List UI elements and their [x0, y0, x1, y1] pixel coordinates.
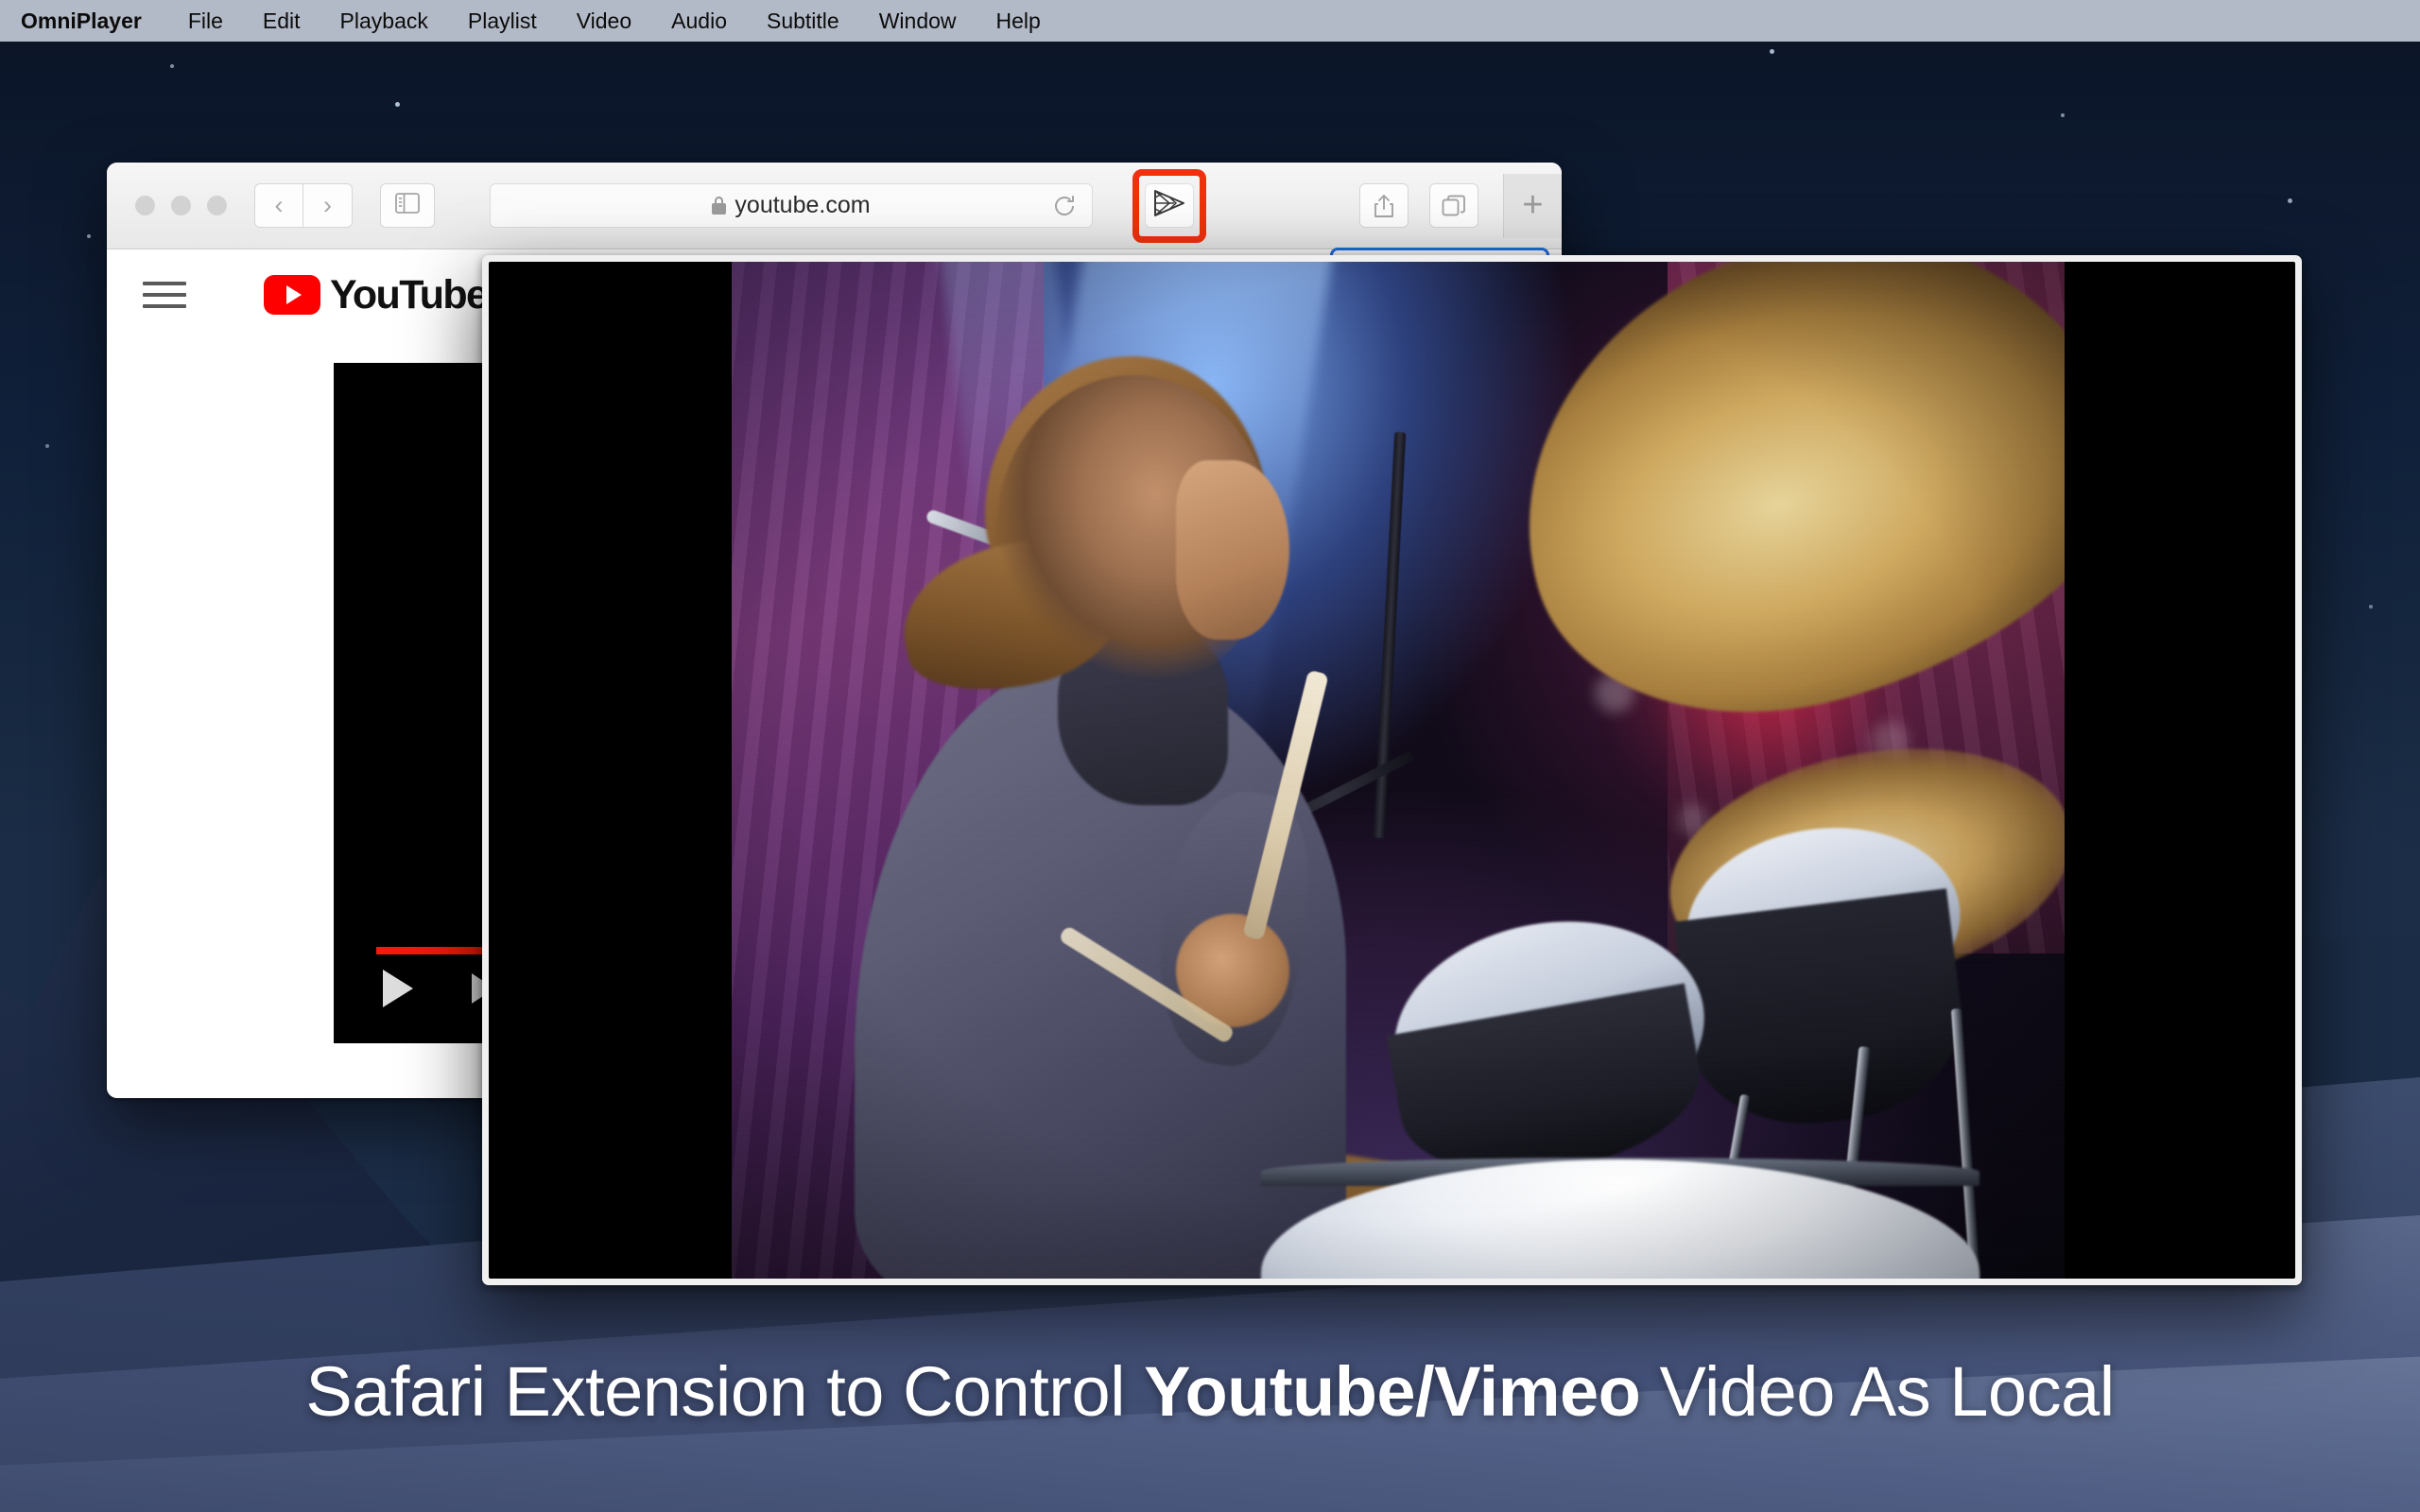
macos-menu-bar: OmniPlayer File Edit Playback Playlist V… [0, 0, 2420, 42]
chevron-left-icon: ‹ [275, 193, 284, 218]
toolbar-right-group: + [1339, 174, 1562, 238]
address-bar[interactable]: youtube.com [490, 183, 1093, 228]
star [2288, 198, 2292, 203]
zoom-button[interactable] [207, 196, 227, 215]
new-tab-button[interactable]: + [1503, 174, 1562, 238]
youtube-wordmark: YouTube [330, 272, 487, 318]
address-bar-content: youtube.com [491, 192, 1092, 219]
menu-item-playback[interactable]: Playback [320, 0, 448, 42]
minimize-button[interactable] [171, 196, 191, 215]
drummer-face [1176, 460, 1289, 640]
star [87, 234, 91, 238]
reload-button[interactable] [1050, 192, 1079, 220]
sidebar-icon [395, 193, 420, 218]
star [2061, 113, 2065, 117]
tab-overview-button[interactable] [1429, 183, 1478, 228]
menu-item-edit[interactable]: Edit [243, 0, 320, 42]
sidebar-toggle-button[interactable] [380, 183, 435, 228]
safari-toolbar: ‹ › youtube.com [107, 163, 1562, 249]
star [395, 102, 400, 107]
url-text: youtube.com [735, 192, 870, 219]
menu-item-playlist[interactable]: Playlist [448, 0, 557, 42]
caption-bold-part: Youtube/Vimeo [1144, 1352, 1640, 1431]
window-traffic-lights [135, 196, 227, 215]
star [170, 64, 174, 68]
menu-item-help[interactable]: Help [977, 0, 1061, 42]
menu-item-app-name[interactable]: OmniPlayer [21, 0, 168, 42]
concert-stage-scene [732, 262, 2065, 1279]
chevron-right-icon: › [323, 193, 332, 218]
youtube-progress-fill [376, 947, 487, 954]
lock-icon [712, 197, 726, 215]
menu-item-subtitle[interactable]: Subtitle [747, 0, 859, 42]
omniplayer-play-mesh-icon [1153, 189, 1185, 222]
marketing-caption: Safari Extension to Control Youtube/Vime… [0, 1351, 2420, 1432]
star [2369, 605, 2373, 609]
star [45, 444, 49, 448]
youtube-play-badge-icon [264, 275, 320, 315]
forward-button[interactable]: › [303, 183, 353, 228]
extension-button-wrapper[interactable] [1132, 169, 1206, 243]
menu-item-file[interactable]: File [168, 0, 243, 42]
share-button[interactable] [1359, 183, 1409, 228]
play-icon[interactable] [383, 970, 413, 1007]
back-button[interactable]: ‹ [254, 183, 303, 228]
navigation-buttons: ‹ › [254, 183, 353, 228]
menu-item-video[interactable]: Video [557, 0, 651, 42]
menu-item-audio[interactable]: Audio [651, 0, 747, 42]
caption-part-2: Video As Local [1640, 1352, 2114, 1431]
omniplayer-video-content [732, 262, 2065, 1279]
youtube-logo[interactable]: YouTube [264, 272, 487, 318]
menu-item-window[interactable]: Window [859, 0, 977, 42]
close-button[interactable] [135, 196, 155, 215]
omniplayer-screen[interactable] [489, 262, 2295, 1279]
hamburger-menu-icon[interactable] [143, 282, 186, 308]
omniplayer-video-window[interactable] [482, 255, 2302, 1285]
star [1770, 49, 1774, 54]
caption-part-1: Safari Extension to Control [305, 1352, 1144, 1431]
omniplayer-extension-button[interactable] [1145, 183, 1194, 228]
